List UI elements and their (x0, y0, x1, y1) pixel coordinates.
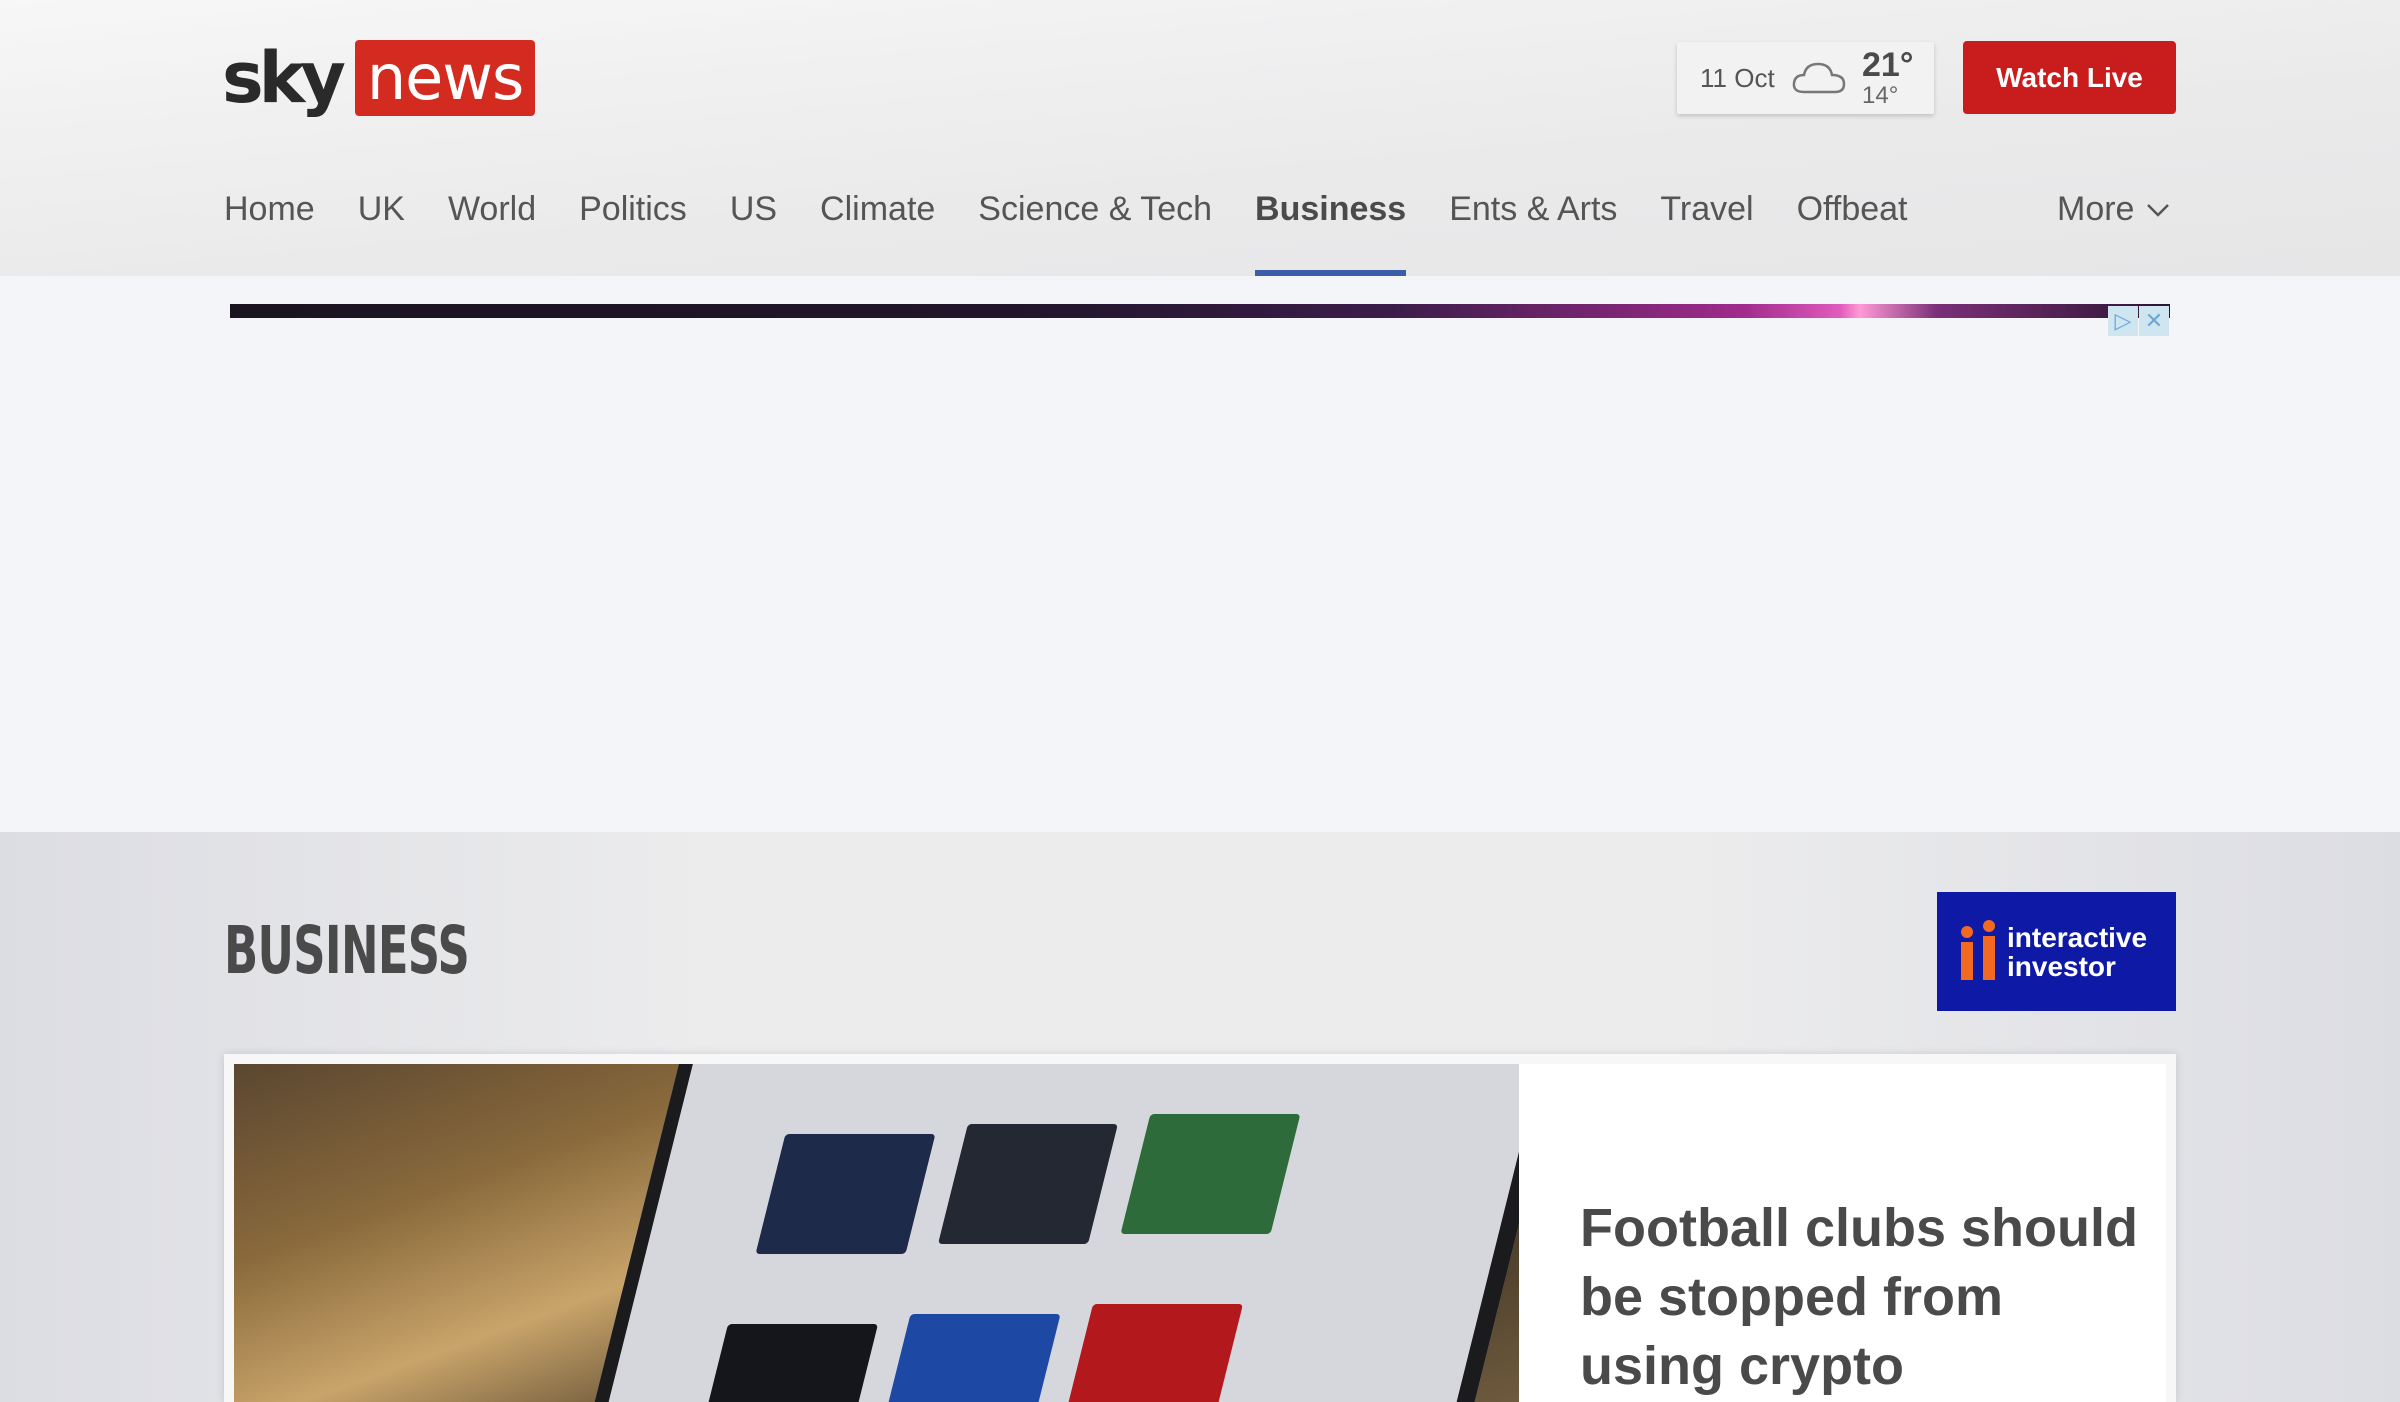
ad-banner-area: ▷ ✕ (0, 276, 2400, 832)
sponsor-logo[interactable]: interactive investor (1937, 892, 2176, 1011)
nav-item-politics[interactable]: Politics (579, 190, 687, 276)
main-nav: Home UK World Politics US Climate Science & Te… (224, 190, 1951, 276)
laptop-screen-image (581, 1064, 1519, 1402)
weather-date: 11 Oct (1700, 62, 1775, 93)
image-tile (1120, 1114, 1301, 1234)
close-icon[interactable]: ✕ (2139, 306, 2169, 336)
nav-item-business[interactable]: Business (1255, 190, 1407, 276)
nav-more-label: More (2057, 190, 2135, 228)
site-header: sky news 11 Oct 21° 14° Watch Live Home U… (0, 0, 2400, 276)
logo-sky-text: sky (222, 37, 346, 119)
image-tile (755, 1134, 936, 1254)
lead-story-text: Football clubs should be stopped from us… (1519, 1064, 2166, 1402)
watch-live-button[interactable]: Watch Live (1963, 41, 2176, 114)
lead-story-card[interactable]: Football clubs should be stopped from us… (224, 1054, 2176, 1402)
lead-story-headline[interactable]: Football clubs should be stopped from us… (1580, 1194, 2140, 1401)
image-tile (698, 1324, 879, 1402)
sponsor-line-2: investor (2007, 950, 2116, 982)
nav-item-home[interactable]: Home (224, 190, 315, 276)
nav-item-uk[interactable]: UK (358, 190, 405, 276)
weather-widget[interactable]: 11 Oct 21° 14° (1677, 42, 1934, 114)
sky-news-logo[interactable]: sky news (222, 37, 536, 119)
section-title: BUSINESS (224, 912, 470, 989)
sponsor-name: interactive investor (2007, 923, 2147, 981)
nav-item-science-tech[interactable]: Science & Tech (978, 190, 1212, 276)
nav-item-offbeat[interactable]: Offbeat (1797, 190, 1908, 276)
ad-banner[interactable] (230, 304, 2170, 318)
nav-item-us[interactable]: US (730, 190, 777, 276)
chevron-down-icon (2147, 204, 2170, 217)
logo-news-text: news (354, 40, 536, 116)
image-tile (938, 1124, 1118, 1244)
nav-item-climate[interactable]: Climate (820, 190, 935, 276)
adchoices-icon[interactable]: ▷ (2108, 306, 2138, 336)
image-tile (1063, 1304, 1244, 1402)
weather-temps: 21° 14° (1862, 48, 1913, 108)
nav-more-button[interactable]: More (2057, 190, 2170, 229)
image-tile (880, 1314, 1061, 1402)
nav-item-world[interactable]: World (448, 190, 536, 276)
sponsor-line-1: interactive (2007, 921, 2148, 953)
cloud-icon (1792, 62, 1846, 94)
nav-item-ents-arts[interactable]: Ents & Arts (1449, 190, 1617, 276)
nav-item-travel[interactable]: Travel (1660, 190, 1753, 276)
lead-story-image[interactable] (234, 1064, 1519, 1402)
temp-low: 14° (1862, 82, 1899, 109)
interactive-investor-icon (1961, 919, 1995, 980)
temp-high: 21° (1862, 46, 1914, 84)
